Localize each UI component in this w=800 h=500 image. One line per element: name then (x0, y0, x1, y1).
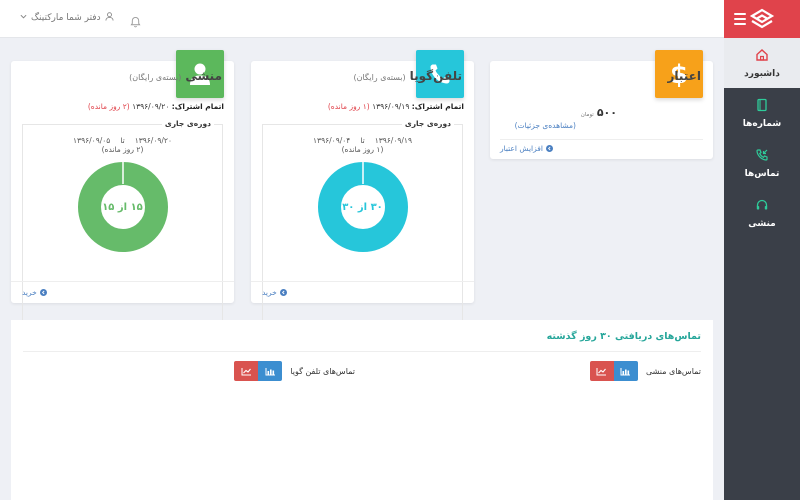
credit-amount-value: ۵۰۰ (596, 106, 617, 119)
sidebar-item-label: داشبورد (744, 68, 780, 79)
ivr-card: تلفن‌گویا (بسته‌ی رایگان) اتمام اشتراک: … (251, 50, 474, 332)
logo[interactable] (724, 0, 800, 38)
line-chart-button[interactable] (589, 361, 614, 381)
office-menu[interactable]: دفتر شما مارکتینگ (20, 12, 114, 24)
ivr-plan: (بسته‌ی رایگان) (353, 73, 406, 82)
sidebar: داشبورد شماره‌ها تماس‌ها منشی (724, 0, 800, 500)
secretary-usage-text: ۱۵ از ۱۵ (102, 201, 143, 213)
office-label: دفتر شما مارکتینگ (31, 13, 101, 23)
sidebar-item-secretary[interactable]: منشی (724, 188, 800, 238)
chevron-left-circle-icon (545, 145, 553, 152)
secretary-card: منشی (بسته‌ی رایگان) اتمام اشتراک: ۱۳۹۶/… (11, 50, 234, 332)
hamburger-menu-icon[interactable] (734, 13, 746, 28)
bar-chart-button[interactable] (613, 361, 638, 381)
period-label: دوره‌ی جاری (161, 119, 214, 128)
line-chart-button[interactable] (234, 361, 259, 381)
chevron-left-circle-icon (39, 289, 47, 296)
ivr-expiry: اتمام اشتراک: ۱۳۹۶/۰۹/۱۹ (۱ روز مانده) (327, 102, 464, 111)
secretary-expiry: اتمام اشتراک: ۱۳۹۶/۰۹/۲۰ (۲ روز مانده) (87, 102, 224, 111)
period-days-left: (۱ روز مانده) (341, 145, 384, 154)
bar-chart-button[interactable] (258, 361, 283, 381)
top-bar: دفتر شما مارکتینگ (0, 0, 724, 38)
ivr-buy-link[interactable]: خرید (262, 288, 287, 297)
increase-credit-link[interactable]: افزایش اعتبار (500, 144, 553, 153)
secretary-calls-label: تماس‌های منشی (645, 366, 701, 376)
received-calls-panel: تماس‌های دریافتی ۳۰ روز گذشته تماس‌های م… (11, 320, 713, 500)
received-calls-title: تماس‌های دریافتی ۳۰ روز گذشته (546, 331, 701, 342)
line-chart-icon (596, 367, 607, 375)
brand-logo-icon (749, 8, 775, 29)
sidebar-item-numbers[interactable]: شماره‌ها (724, 88, 800, 138)
sidebar-item-calls[interactable]: تماس‌ها (724, 138, 800, 188)
book-icon (755, 98, 769, 115)
credit-amount-unit: تومان (580, 112, 594, 118)
chevron-left-circle-icon (279, 289, 287, 296)
ivr-calls-group: تماس‌های تلفن گویا (234, 361, 355, 381)
ivr-title: تلفن‌گویا (409, 69, 462, 83)
period-dates: ۱۳۹۶/۰۹/۱۹تا۱۳۹۶/۰۹/۰۴ (313, 136, 412, 145)
user-icon (105, 12, 114, 24)
sidebar-item-label: تماس‌ها (744, 168, 780, 179)
bar-chart-icon (620, 367, 631, 375)
ivr-calls-label: تماس‌های تلفن گویا (290, 366, 355, 376)
sidebar-item-label: شماره‌ها (742, 118, 782, 129)
buy-label: خرید (262, 288, 277, 297)
buy-label: خرید (22, 288, 37, 297)
ivr-usage-text: ۳۰ از ۳۰ (342, 201, 383, 213)
period-label: دوره‌ی جاری (401, 119, 454, 128)
credit-amount: ۵۰۰ تومان (581, 106, 617, 119)
secretary-plan: (بسته‌ی رایگان) (129, 73, 182, 82)
bar-chart-icon (265, 367, 275, 375)
home-icon (755, 48, 769, 65)
credit-card: $ اعتبار ۵۰۰ تومان (مشاهده‌ی جزئیات) افز… (490, 50, 713, 159)
sidebar-item-dashboard[interactable]: داشبورد (724, 38, 800, 88)
headset-icon (755, 198, 769, 215)
line-chart-icon (241, 367, 251, 375)
chevron-down-icon (20, 13, 27, 23)
phone-incoming-icon (755, 148, 769, 165)
secretary-title: منشی (185, 69, 222, 83)
period-dates: ۱۳۹۶/۰۹/۲۰تا۱۳۹۶/۰۹/۰۵ (73, 136, 172, 145)
bell-icon[interactable] (130, 13, 141, 32)
period-days-left: (۲ روز مانده) (101, 145, 144, 154)
increase-credit-label: افزایش اعتبار (500, 144, 543, 153)
sidebar-item-label: منشی (748, 218, 776, 229)
view-details-link[interactable]: (مشاهده‌ی جزئیات) (515, 121, 576, 130)
secretary-calls-group: تماس‌های منشی (589, 361, 701, 381)
secretary-buy-link[interactable]: خرید (22, 288, 47, 297)
credit-title: اعتبار (667, 69, 701, 83)
